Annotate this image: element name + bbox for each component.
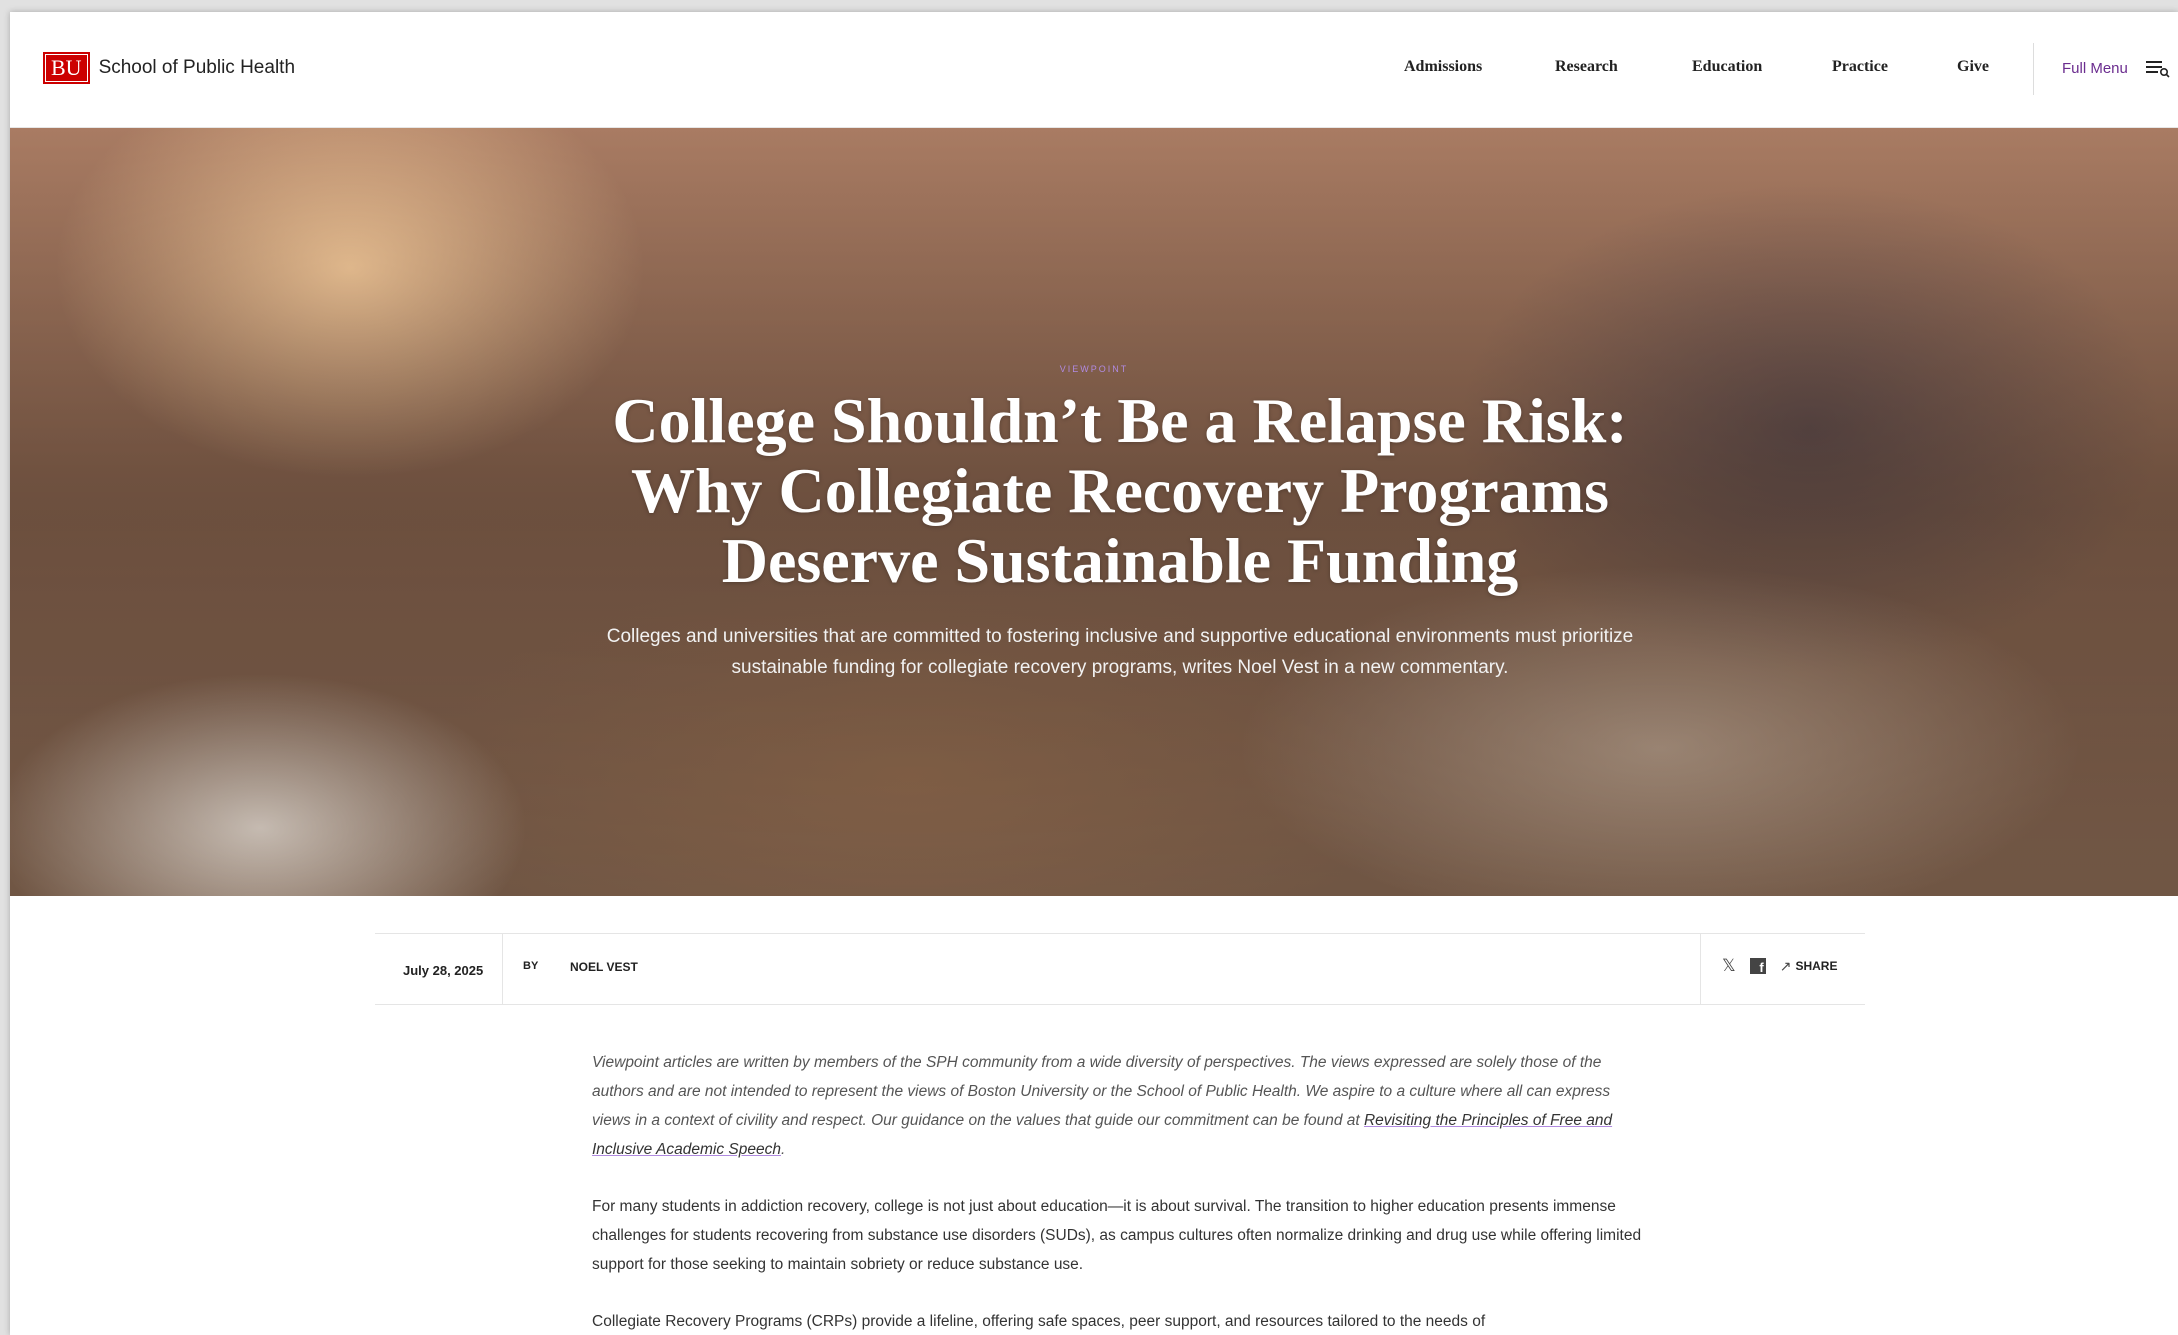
nav-education[interactable]: Education bbox=[1692, 58, 1762, 76]
article-dek: Colleges and universities that are commi… bbox=[606, 626, 1634, 678]
share-button[interactable]: SHARE bbox=[1795, 959, 1837, 973]
bu-logo-mark: BU bbox=[43, 52, 90, 84]
meta-divider-share bbox=[1700, 934, 1701, 1004]
school-name: School of Public Health bbox=[98, 57, 296, 78]
byline-label: BY bbox=[523, 960, 539, 972]
article-paragraph: Collegiate Recovery Programs (CRPs) prov… bbox=[592, 1313, 1486, 1330]
viewpoint-disclaimer: Viewpoint articles are written by member… bbox=[592, 1048, 1652, 1164]
share-icon[interactable]: ↗ bbox=[1780, 959, 1792, 973]
nav-practice[interactable]: Practice bbox=[1832, 58, 1888, 76]
site-logo[interactable]: BU School of Public Health bbox=[43, 52, 295, 84]
meta-divider bbox=[502, 934, 503, 1004]
hero-content: VIEWPOINT College Shouldn’t Be a Relapse… bbox=[10, 128, 2178, 896]
facebook-icon[interactable]: f bbox=[1749, 957, 1766, 974]
nav-divider bbox=[2033, 43, 2034, 95]
hero-banner: VIEWPOINT College Shouldn’t Be a Relapse… bbox=[10, 128, 2178, 896]
browser-viewport: BU School of Public Health Admissions Re… bbox=[10, 12, 2178, 1335]
article-category[interactable]: VIEWPOINT bbox=[10, 364, 2178, 374]
hamburger-search-icon[interactable] bbox=[2146, 58, 2170, 78]
site-header: BU School of Public Health Admissions Re… bbox=[10, 12, 2178, 128]
nav-admissions[interactable]: Admissions bbox=[1404, 58, 1482, 76]
author-name[interactable]: NOEL VEST bbox=[570, 960, 638, 974]
share-tools: 𝕏 f ↗ SHARE bbox=[1722, 957, 1837, 974]
nav-research[interactable]: Research bbox=[1555, 58, 1618, 76]
article-body: Viewpoint articles are written by member… bbox=[592, 1048, 1652, 1335]
full-menu-button[interactable]: Full Menu bbox=[2062, 60, 2128, 77]
publish-date: July 28, 2025 bbox=[403, 963, 484, 978]
x-icon[interactable]: 𝕏 bbox=[1722, 957, 1736, 974]
article-paragraph: For many students in addiction recovery,… bbox=[592, 1198, 1642, 1273]
article-meta-bar: July 28, 2025 BY NOEL VEST 𝕏 f ↗ SHARE bbox=[375, 933, 1865, 1005]
article-headline: College Shouldn’t Be a Relapse Risk: Why… bbox=[612, 385, 1628, 596]
disclaimer-end: . bbox=[780, 1141, 786, 1158]
nav-give[interactable]: Give bbox=[1957, 58, 1989, 76]
